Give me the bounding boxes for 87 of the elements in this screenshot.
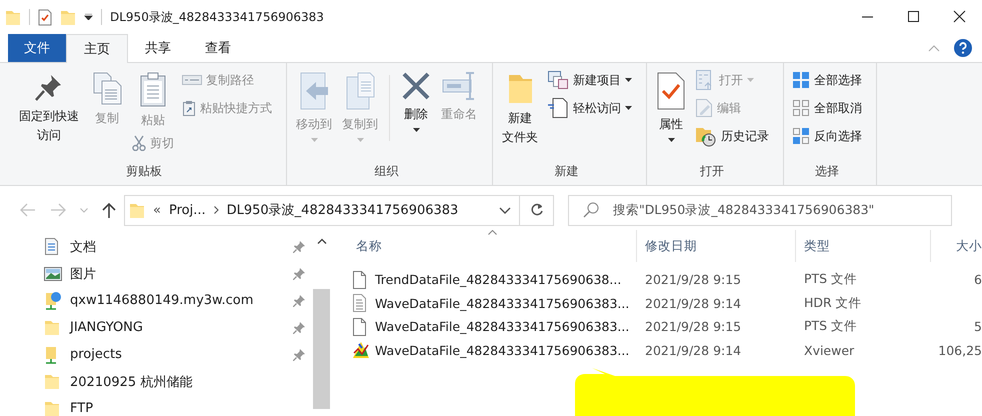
properties-icon <box>656 71 686 111</box>
group-label: 剪贴板 <box>125 163 163 180</box>
group-label: 选择 <box>814 163 840 180</box>
ribbon-tab[interactable]: 文件 <box>8 34 66 62</box>
ribbon-button[interactable]: 新建项目 <box>545 67 634 93</box>
refresh-icon <box>530 203 544 217</box>
file-name[interactable]: TrendDataFile_482843334175690638... <box>375 272 622 288</box>
ribbon-tab[interactable]: 查看 <box>188 34 248 62</box>
table-cell-text: 2021/9/28 9:14 <box>644 296 742 311</box>
file-name[interactable]: WaveDataFile_4828433341756906383... <box>375 319 630 334</box>
scrollbar-thumb[interactable] <box>313 289 330 409</box>
folder-icon <box>44 400 62 416</box>
separator-chevron-icon <box>214 206 219 214</box>
grid-icon <box>792 71 810 89</box>
nav-item[interactable]: FTP <box>0 395 313 416</box>
move-to-icon <box>298 71 330 111</box>
sort-caret-icon[interactable] <box>488 230 497 235</box>
path-icon <box>182 74 202 86</box>
nav-item[interactable]: 文档 <box>0 233 313 260</box>
network-folder-icon <box>44 292 62 310</box>
nav-item[interactable]: projects <box>0 341 313 368</box>
nav-item[interactable]: qxw1146880149.my3w.com <box>0 287 313 314</box>
grid-icon <box>792 127 810 145</box>
shortcut-icon <box>182 100 196 116</box>
dropdown-icon[interactable] <box>84 14 93 20</box>
picture-icon <box>44 264 62 282</box>
ribbon-button[interactable]: 历史记录 <box>693 123 771 149</box>
easy-access-icon <box>547 97 569 119</box>
scissors-icon <box>132 135 146 151</box>
ribbon-button[interactable]: 新建 文件夹 <box>499 67 541 147</box>
breadcrumb[interactable]: DL950录波_4828433341756906383 <box>226 201 458 219</box>
ribbon-button[interactable]: 全部取消 <box>790 95 864 121</box>
checklist-icon[interactable] <box>38 8 52 26</box>
new-item-icon <box>547 70 569 90</box>
ribbon-button[interactable]: 全部选择 <box>790 67 864 93</box>
table-cell-text: PTS 文件 <box>803 318 858 336</box>
chevron-up-icon[interactable] <box>316 238 326 244</box>
address-field[interactable]: « Proj... DL950录波_4828433341756906383 <box>124 194 520 226</box>
grid-icon <box>792 99 810 117</box>
column-header[interactable]: 类型 <box>796 230 931 262</box>
clipboard-icon <box>139 71 167 107</box>
folder-icon <box>44 372 62 390</box>
column-header[interactable]: 修改日期 <box>637 230 796 262</box>
edit-icon <box>695 98 713 118</box>
table-cell: 5 <box>974 319 982 334</box>
folder-icon <box>44 318 62 336</box>
chevron-down-icon[interactable] <box>499 206 511 214</box>
delete-icon <box>401 71 431 101</box>
search-icon <box>583 202 599 218</box>
table-cell-text: 2021/9/28 9:15 <box>644 272 742 288</box>
group-label: 打开 <box>699 163 725 180</box>
table-cell-text: Xviewer <box>803 342 856 358</box>
ribbon-button[interactable]: 轻松访问 <box>545 95 634 121</box>
file-name[interactable]: WaveDataFile_4828433341756906383... <box>375 342 630 358</box>
column-header[interactable]: 名称 <box>348 230 637 262</box>
breadcrumb[interactable]: Proj... <box>168 202 206 218</box>
table-cell: 106,25 <box>938 342 982 358</box>
group-label: 新建 <box>554 163 580 180</box>
history-icon <box>695 125 717 147</box>
copy-to-icon <box>344 71 376 111</box>
table-cell: 6 <box>974 272 982 288</box>
refresh-button[interactable] <box>520 194 554 226</box>
help-icon[interactable] <box>954 39 972 57</box>
table-cell-text: 2021/9/28 9:15 <box>644 319 742 334</box>
nav-item[interactable]: 20210925 杭州储能 <box>0 368 313 395</box>
column-header[interactable]: 大小 <box>931 230 982 262</box>
window-title: DL950录波_4828433341756906383 <box>110 8 324 26</box>
up-arrow-icon[interactable] <box>102 202 116 218</box>
ribbon-button[interactable]: 反向选择 <box>790 123 864 149</box>
file-icon <box>352 341 370 360</box>
folder-icon <box>129 202 145 218</box>
group-label: 组织 <box>374 163 400 180</box>
search-field[interactable]: 搜索"DL950录波_4828433341756906383" <box>568 194 952 226</box>
table-cell-text: PTS 文件 <box>803 271 858 288</box>
nav-item[interactable]: JIANGYONG <box>0 314 313 341</box>
file-name[interactable]: WaveDataFile_4828433341756906383... <box>375 296 630 311</box>
nav-item[interactable]: 图片 <box>0 260 313 287</box>
ribbon-button[interactable]: 固定到快速访问 <box>14 67 84 145</box>
ribbon-button[interactable]: 删除 <box>398 67 434 132</box>
ribbon-tab[interactable]: 主页 <box>66 34 128 63</box>
ribbon-tab[interactable]: 共享 <box>128 34 188 62</box>
copy-icon <box>91 71 123 105</box>
ribbon-button[interactable]: 属性 <box>653 67 689 142</box>
rename-icon <box>441 71 477 101</box>
table-cell-text: HDR 文件 <box>803 294 863 312</box>
table-cell-text: 2021/9/28 9:14 <box>644 342 742 358</box>
overflow-chevron[interactable]: « <box>153 202 161 218</box>
